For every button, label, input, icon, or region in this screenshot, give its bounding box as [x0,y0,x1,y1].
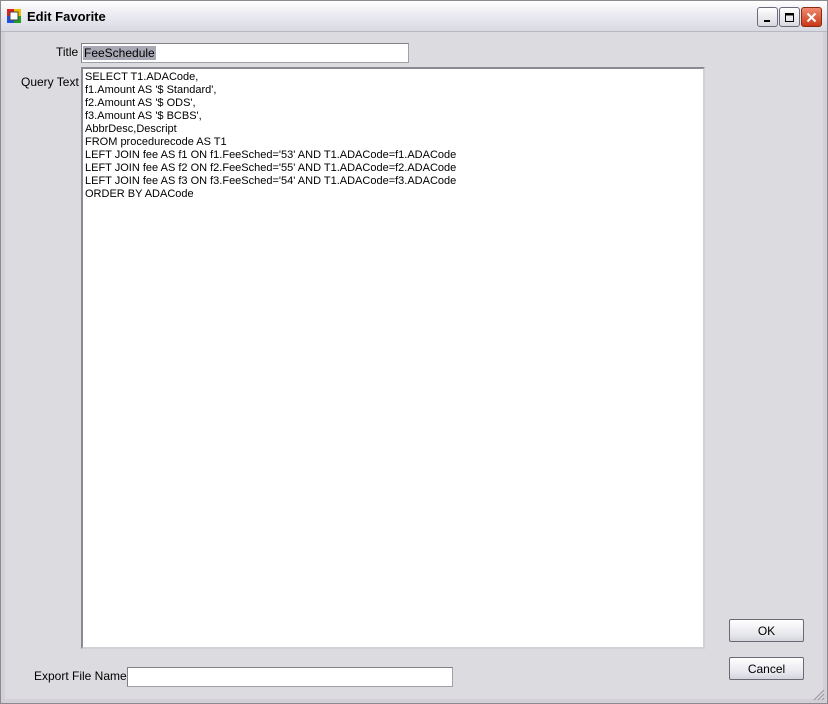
query-line: LEFT JOIN fee AS f2 ON f2.FeeSched='55' … [85,162,457,174]
query-line: AbbrDesc,Descript [85,123,177,135]
minimize-button[interactable] [757,7,778,27]
resize-grip-icon[interactable] [811,687,825,701]
query-line: f1.Amount AS '$ Standard', [85,84,217,96]
query-line: LEFT JOIN fee AS f3 ON f3.FeeSched='54' … [85,175,457,187]
maximize-icon [785,12,794,22]
minimize-icon [764,19,770,22]
query-text-field[interactable]: SELECT T1.ADACode, f1.Amount AS '$ Stand… [81,67,705,649]
query-line: LEFT JOIN fee AS f1 ON f1.FeeSched='53' … [85,149,457,161]
export-file-name-field[interactable] [127,667,453,687]
title-label: Title [56,45,79,59]
query-line: FROM procedurecode AS T1 [85,136,227,148]
title-value: FeeSchedule [83,46,156,60]
query-line: f2.Amount AS '$ ODS', [85,97,196,109]
window-title: Edit Favorite [27,9,106,24]
query-line: SELECT T1.ADACode, [85,71,199,83]
app-icon [7,9,21,23]
maximize-button[interactable] [779,7,800,27]
edit-favorite-window: Edit Favorite Title FeeSchedule Query Te… [0,0,828,704]
ok-button[interactable]: OK [729,619,804,642]
export-file-name-label: Export File Name [34,669,127,683]
close-icon [806,12,817,22]
query-text-label: Query Text [21,75,79,89]
title-bar[interactable]: Edit Favorite [1,1,827,32]
query-line: ORDER BY ADACode [85,188,194,200]
query-line: f3.Amount AS '$ BCBS', [85,110,202,122]
title-field[interactable]: FeeSchedule [81,43,409,63]
close-button[interactable] [801,7,822,27]
cancel-button[interactable]: Cancel [729,657,804,680]
